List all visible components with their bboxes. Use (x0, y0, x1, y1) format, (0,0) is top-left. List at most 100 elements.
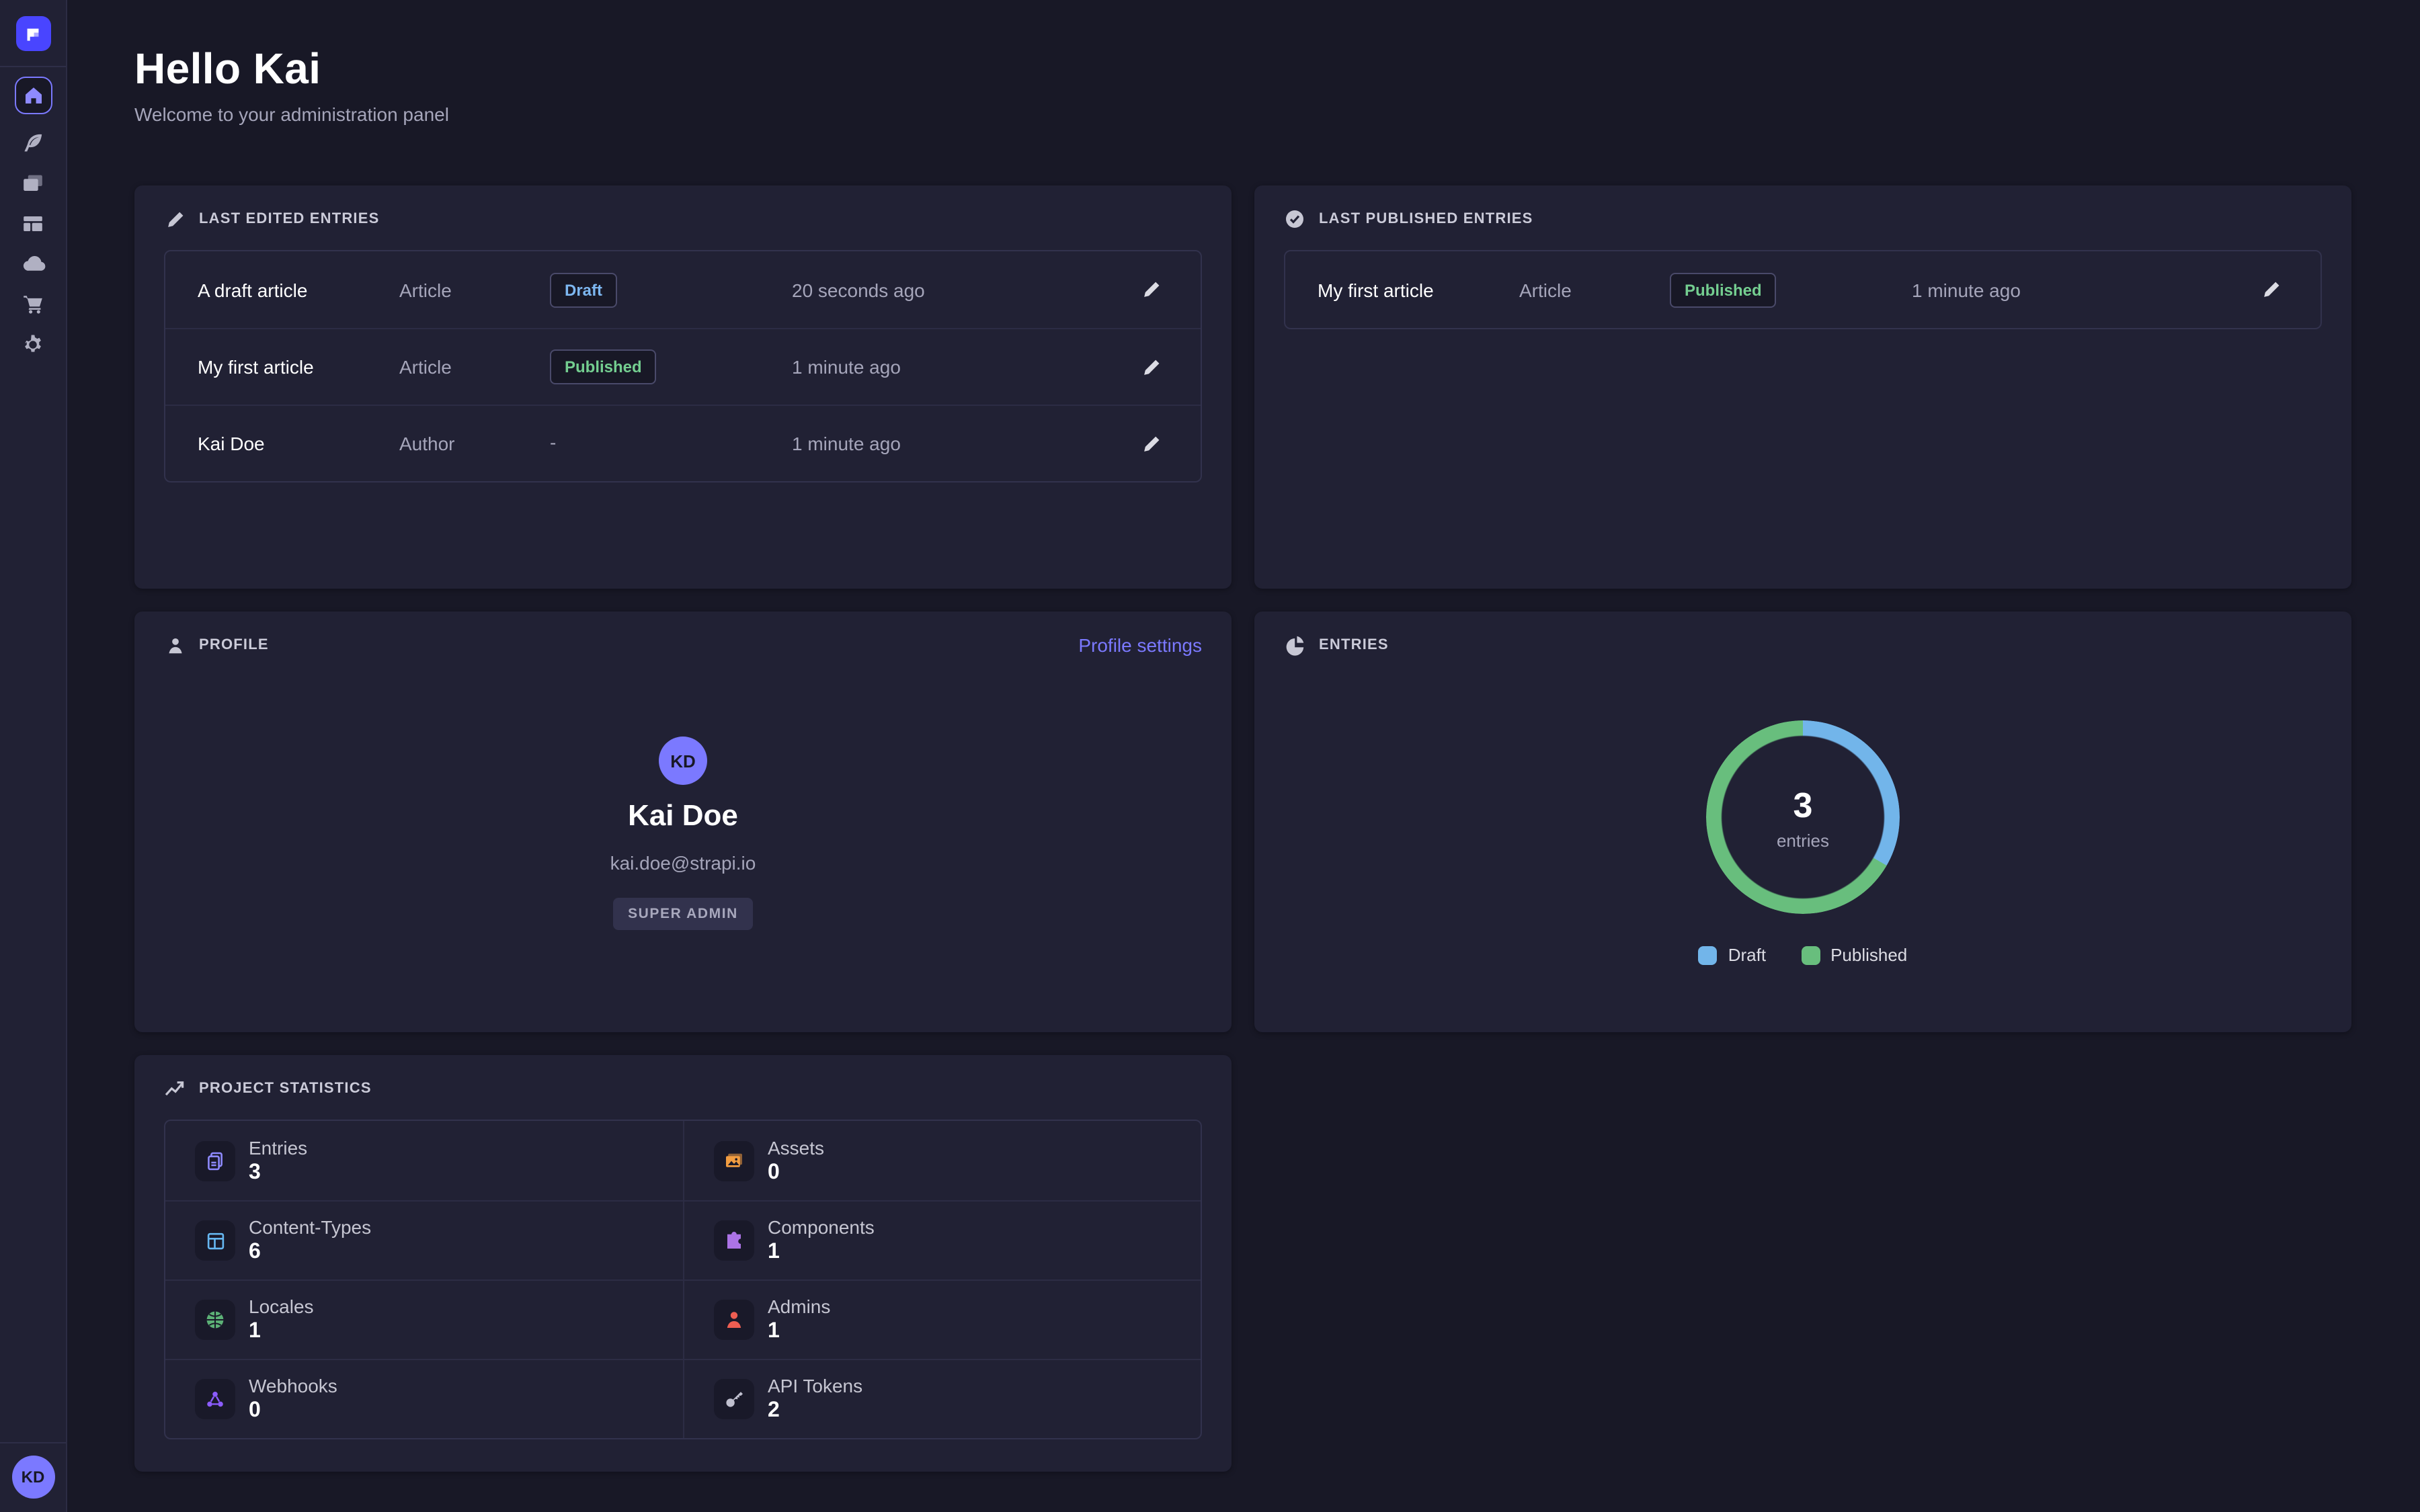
legend-label: Published (1830, 945, 1907, 965)
entries-total: 3 (1793, 784, 1813, 826)
stat-admins: Admins 1 (683, 1279, 1201, 1359)
stat-entries: Entries 3 (165, 1121, 683, 1200)
draft-swatch (1699, 946, 1718, 964)
pencil-icon (1141, 280, 1161, 300)
stat-value: 1 (768, 1320, 830, 1344)
profile-card: PROFILE Profile settings KD Kai Doe kai.… (134, 612, 1232, 1032)
status-badge: Draft (550, 272, 617, 307)
stat-label: API Tokens (768, 1375, 862, 1396)
sidebar-user-avatar[interactable]: KD (11, 1456, 54, 1499)
last-published-entries-card: LAST PUBLISHED ENTRIES My first article … (1254, 185, 2351, 589)
status-empty: - (550, 431, 556, 453)
stat-label: Locales (249, 1296, 314, 1317)
marketplace-cart-icon (22, 292, 44, 315)
globe-icon (204, 1309, 226, 1331)
legend-label: Draft (1728, 945, 1766, 965)
entry-type: Article (399, 279, 550, 300)
last-edited-table: A draft article Article Draft 20 seconds… (164, 250, 1202, 482)
entry-name: Kai Doe (198, 433, 399, 454)
check-circle-icon (1284, 208, 1305, 230)
profile-settings-link[interactable]: Profile settings (1078, 634, 1202, 656)
strapi-logo[interactable] (15, 16, 50, 51)
project-statistics-table: Entries 3 (164, 1120, 1202, 1439)
pencil-icon (2261, 280, 2281, 300)
strapi-admin-dashboard: KD Hello Kai Welcome to your administrat… (0, 0, 2420, 1512)
stat-label: Webhooks (249, 1375, 337, 1396)
table-row[interactable]: My first article Article Published 1 min… (1285, 251, 2321, 328)
entry-time: 1 minute ago (792, 356, 1125, 378)
entry-time: 1 minute ago (1912, 279, 2245, 300)
sidebar-item-content-type-builder[interactable] (21, 211, 45, 235)
edit-entry-button[interactable] (2253, 272, 2288, 307)
pie-chart-icon (1284, 634, 1305, 656)
entry-type: Article (1519, 279, 1670, 300)
profile-avatar: KD (659, 737, 707, 785)
sidebar-item-content-manager[interactable] (21, 130, 45, 155)
card-title: ENTRIES (1319, 637, 1389, 653)
deploy-cloud-icon (21, 251, 45, 276)
sidebar-item-home[interactable] (14, 77, 52, 114)
stat-value: 6 (249, 1241, 371, 1265)
card-title: PROFILE (199, 637, 269, 653)
sidebar-item-settings[interactable] (21, 332, 45, 356)
stat-locales: Locales 1 (165, 1279, 683, 1359)
last-published-table: My first article Article Published 1 min… (1284, 250, 2322, 329)
stat-label: Content-Types (249, 1216, 371, 1238)
stat-webhooks: Webhooks 0 (165, 1359, 683, 1438)
sidebar-item-marketplace[interactable] (21, 292, 45, 316)
content-manager-feather-icon (22, 131, 44, 154)
entry-name: My first article (198, 356, 399, 378)
sidebar-item-media-library[interactable] (21, 171, 45, 195)
status-badge: Published (550, 349, 657, 384)
stat-value: 1 (768, 1241, 875, 1265)
stat-assets: Assets 0 (683, 1121, 1201, 1200)
person-icon (164, 634, 186, 656)
page-title: Hello Kai (134, 44, 2350, 94)
media-library-icon (22, 171, 44, 194)
home-icon (22, 85, 44, 106)
entries-donut: 3 entries (1706, 720, 1900, 914)
settings-gear-icon (22, 333, 44, 355)
entry-name: My first article (1318, 279, 1519, 300)
entry-name: A draft article (198, 279, 399, 300)
entries-total-label: entries (1777, 830, 1829, 850)
stat-value: 2 (768, 1399, 862, 1423)
documents-icon (204, 1150, 226, 1171)
stat-value: 0 (249, 1399, 337, 1423)
status-badge: Published (1670, 272, 1777, 307)
sidebar: KD (0, 0, 67, 1512)
entry-time: 20 seconds ago (792, 279, 1125, 300)
stat-value: 3 (249, 1161, 307, 1185)
pencil-icon (164, 208, 186, 230)
stat-label: Components (768, 1216, 875, 1238)
puzzle-icon (723, 1230, 745, 1251)
entry-type: Article (399, 356, 550, 378)
strapi-logo-glyph (23, 24, 43, 44)
entry-type: Author (399, 433, 550, 454)
content-type-builder-layout-icon (22, 212, 44, 235)
webhook-icon (204, 1388, 226, 1410)
legend-item-published: Published (1801, 945, 1907, 965)
table-row[interactable]: A draft article Article Draft 20 seconds… (165, 251, 1201, 328)
main-content: Hello Kai Welcome to your administration… (67, 0, 2420, 1512)
edit-entry-button[interactable] (1133, 272, 1168, 307)
pictures-icon (723, 1150, 745, 1171)
stat-label: Admins (768, 1296, 830, 1317)
table-row[interactable]: Kai Doe Author - 1 minute ago (165, 405, 1201, 481)
card-title: LAST PUBLISHED ENTRIES (1319, 211, 1533, 227)
stat-api-tokens: API Tokens 2 (683, 1359, 1201, 1438)
layout-icon (205, 1230, 225, 1251)
published-swatch (1801, 946, 1820, 964)
edit-entry-button[interactable] (1133, 426, 1168, 461)
legend-item-draft: Draft (1699, 945, 1766, 965)
stat-content-types: Content-Types 6 (165, 1200, 683, 1279)
stat-label: Assets (768, 1136, 824, 1158)
edit-entry-button[interactable] (1133, 349, 1168, 384)
table-row[interactable]: My first article Article Published 1 min… (165, 328, 1201, 405)
user-icon (723, 1309, 745, 1331)
entry-time: 1 minute ago (792, 433, 1125, 454)
role-badge: SUPER ADMIN (613, 898, 753, 930)
sidebar-item-deploy[interactable] (21, 251, 45, 276)
trend-up-icon (164, 1078, 186, 1099)
stat-value: 1 (249, 1320, 314, 1344)
